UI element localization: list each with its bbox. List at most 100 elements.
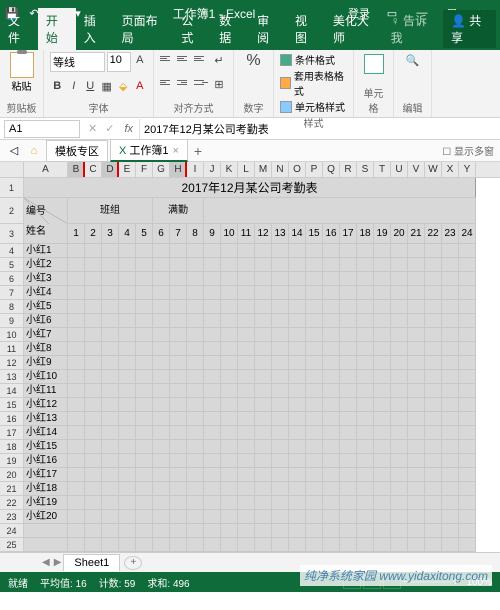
data-cell[interactable] (238, 412, 255, 426)
data-cell[interactable] (204, 426, 221, 440)
data-cell[interactable] (238, 482, 255, 496)
data-cell[interactable] (187, 272, 204, 286)
data-cell[interactable] (204, 342, 221, 356)
tab-view[interactable]: 视图 (287, 8, 325, 50)
data-cell[interactable] (391, 272, 408, 286)
data-cell[interactable] (238, 286, 255, 300)
name-cell[interactable]: 小红19 (24, 496, 68, 510)
data-cell[interactable] (255, 384, 272, 398)
data-cell[interactable] (374, 356, 391, 370)
data-cell[interactable] (459, 384, 476, 398)
data-cell[interactable] (153, 426, 170, 440)
data-cell[interactable] (442, 370, 459, 384)
data-cell[interactable] (119, 244, 136, 258)
data-cell[interactable] (357, 356, 374, 370)
data-cell[interactable] (442, 496, 459, 510)
empty-cell[interactable] (102, 538, 119, 552)
data-cell[interactable] (306, 258, 323, 272)
tab-layout[interactable]: 页面布局 (114, 8, 174, 50)
data-cell[interactable] (391, 370, 408, 384)
data-cell[interactable] (85, 384, 102, 398)
data-cell[interactable] (85, 440, 102, 454)
align-right-icon[interactable] (194, 76, 208, 88)
data-cell[interactable] (68, 300, 85, 314)
data-cell[interactable] (408, 286, 425, 300)
data-cell[interactable] (391, 244, 408, 258)
data-cell[interactable] (425, 468, 442, 482)
empty-cell[interactable] (170, 538, 187, 552)
data-cell[interactable] (459, 300, 476, 314)
data-cell[interactable] (442, 244, 459, 258)
empty-cell[interactable] (340, 524, 357, 538)
data-cell[interactable] (442, 482, 459, 496)
data-cell[interactable] (408, 314, 425, 328)
data-cell[interactable] (153, 398, 170, 412)
data-cell[interactable] (119, 426, 136, 440)
data-cell[interactable] (153, 412, 170, 426)
data-cell[interactable] (221, 244, 238, 258)
increase-font-icon[interactable]: A (133, 52, 147, 68)
data-cell[interactable] (119, 454, 136, 468)
data-cell[interactable] (68, 426, 85, 440)
data-cell[interactable] (170, 384, 187, 398)
data-cell[interactable] (136, 300, 153, 314)
data-cell[interactable] (357, 426, 374, 440)
data-cell[interactable] (102, 454, 119, 468)
underline-icon[interactable]: U (83, 78, 98, 94)
data-cell[interactable] (102, 244, 119, 258)
data-cell[interactable] (102, 412, 119, 426)
data-cell[interactable] (391, 314, 408, 328)
data-cell[interactable] (85, 314, 102, 328)
paste-button[interactable]: 粘贴 (6, 52, 37, 93)
data-cell[interactable] (459, 272, 476, 286)
empty-cell[interactable] (340, 538, 357, 552)
data-cell[interactable] (119, 496, 136, 510)
data-cell[interactable] (391, 426, 408, 440)
data-cell[interactable] (459, 286, 476, 300)
data-cell[interactable] (85, 258, 102, 272)
row-header[interactable]: 3 (0, 224, 24, 244)
data-cell[interactable] (221, 496, 238, 510)
data-cell[interactable] (408, 300, 425, 314)
data-cell[interactable] (221, 412, 238, 426)
data-cell[interactable] (374, 454, 391, 468)
data-cell[interactable] (204, 468, 221, 482)
data-cell[interactable] (340, 328, 357, 342)
data-cell[interactable] (340, 454, 357, 468)
data-cell[interactable] (255, 510, 272, 524)
data-cell[interactable] (272, 496, 289, 510)
day-header[interactable]: 10 (221, 224, 238, 244)
data-cell[interactable] (170, 356, 187, 370)
day-header[interactable]: 16 (323, 224, 340, 244)
data-cell[interactable] (408, 244, 425, 258)
col-header[interactable]: U (391, 162, 408, 177)
data-cell[interactable] (442, 300, 459, 314)
data-cell[interactable] (68, 398, 85, 412)
data-cell[interactable] (391, 342, 408, 356)
row-header[interactable]: 16 (0, 412, 24, 426)
name-cell[interactable]: 小红14 (24, 426, 68, 440)
data-cell[interactable] (408, 356, 425, 370)
data-cell[interactable] (153, 272, 170, 286)
data-cell[interactable] (374, 314, 391, 328)
data-cell[interactable] (204, 482, 221, 496)
data-cell[interactable] (238, 300, 255, 314)
name-cell[interactable]: 小红11 (24, 384, 68, 398)
data-cell[interactable] (391, 440, 408, 454)
empty-cell[interactable] (119, 538, 136, 552)
row-header[interactable]: 13 (0, 370, 24, 384)
italic-icon[interactable]: I (67, 78, 82, 94)
data-cell[interactable] (153, 510, 170, 524)
bold-icon[interactable]: B (50, 78, 65, 94)
data-cell[interactable] (425, 384, 442, 398)
data-cell[interactable] (68, 412, 85, 426)
data-cell[interactable] (221, 272, 238, 286)
data-cell[interactable] (272, 398, 289, 412)
day-header[interactable]: 3 (102, 224, 119, 244)
row-header[interactable]: 14 (0, 384, 24, 398)
sheet-nav-prev-icon[interactable]: ◀ (42, 557, 50, 568)
data-cell[interactable] (323, 342, 340, 356)
merge-icon[interactable]: ⊞ (211, 76, 227, 92)
empty-cell[interactable] (136, 524, 153, 538)
data-cell[interactable] (442, 384, 459, 398)
